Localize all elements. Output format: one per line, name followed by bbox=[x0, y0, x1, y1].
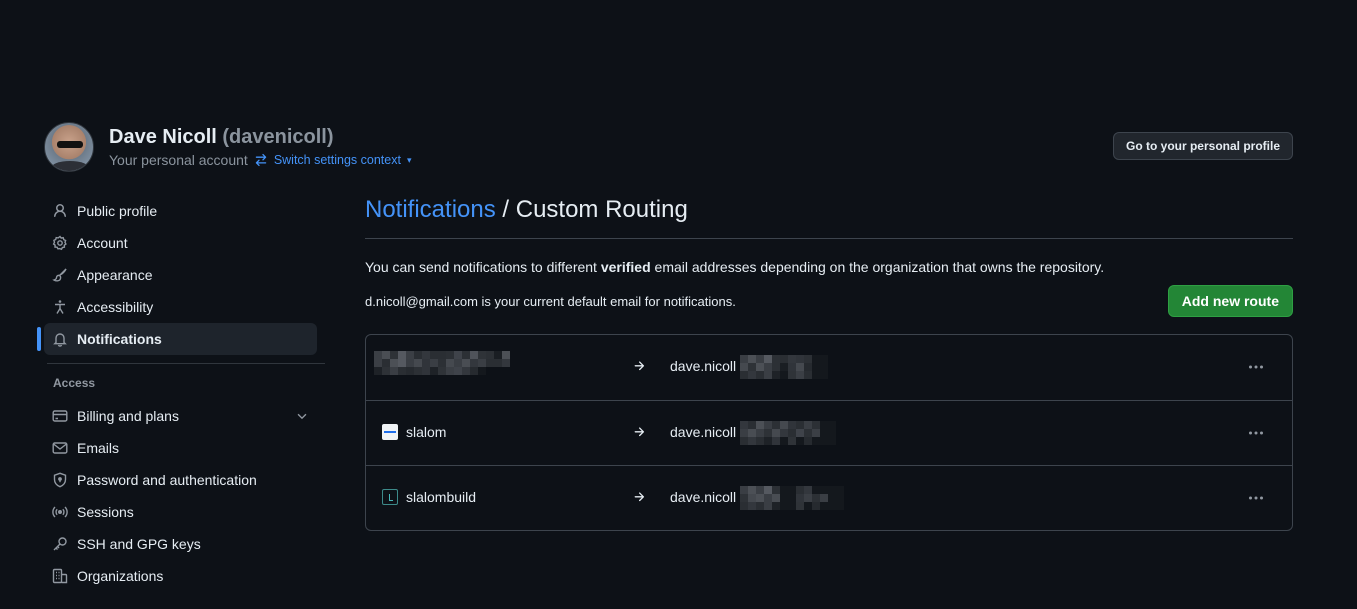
route-email: dave.nicoll bbox=[670, 489, 737, 505]
arrow-right-icon bbox=[634, 361, 645, 371]
sidebar-item-label: Public profile bbox=[77, 203, 158, 219]
broadcast-icon bbox=[52, 504, 68, 520]
redacted-email bbox=[740, 421, 836, 445]
bell-icon bbox=[52, 331, 68, 347]
route-email: dave.nicoll bbox=[670, 424, 737, 440]
routes-list: dave.nicoll slalom dave.nicoll slalombui… bbox=[365, 334, 1293, 531]
verified-emphasis: verified bbox=[600, 259, 651, 275]
redacted-email bbox=[740, 486, 844, 510]
mail-icon bbox=[52, 440, 68, 456]
sidebar-item-organizations[interactable]: Organizations bbox=[44, 560, 317, 592]
route-more-button[interactable] bbox=[1242, 419, 1270, 447]
page-title-text: / Custom Routing bbox=[495, 196, 688, 223]
go-to-profile-button[interactable]: Go to your personal profile bbox=[1112, 132, 1293, 160]
default-email-row: d.nicoll@gmail.com is your current defau… bbox=[365, 285, 1293, 325]
route-org: slalom bbox=[382, 424, 446, 440]
sidebar-item-sessions[interactable]: Sessions bbox=[44, 496, 317, 528]
chevron-down-icon[interactable] bbox=[295, 409, 309, 423]
sidebar-item-label: Billing and plans bbox=[77, 408, 179, 424]
person-icon bbox=[52, 203, 68, 219]
route-row: dave.nicoll bbox=[366, 335, 1292, 400]
paintbrush-icon bbox=[52, 267, 68, 283]
switch-settings-context-button[interactable]: Switch settings context ▾ bbox=[254, 153, 412, 167]
sidebar-item-label: SSH and GPG keys bbox=[77, 536, 201, 552]
redacted-email bbox=[740, 355, 828, 379]
kebab-horizontal-icon bbox=[1249, 496, 1263, 500]
sidebar-item-billing[interactable]: Billing and plans bbox=[44, 400, 317, 432]
route-org: slalombuild bbox=[382, 489, 476, 505]
account-type: Your personal account bbox=[109, 152, 248, 168]
settings-sidebar: Public profile Account Appearance Access… bbox=[37, 195, 326, 592]
route-row: slalom dave.nicoll bbox=[366, 400, 1292, 465]
sidebar-item-label: Password and authentication bbox=[77, 472, 257, 488]
add-new-route-button[interactable]: Add new route bbox=[1167, 285, 1293, 317]
sidebar-item-emails[interactable]: Emails bbox=[44, 432, 317, 464]
organization-icon bbox=[52, 568, 68, 584]
sidebar-section-access: Access bbox=[53, 376, 96, 390]
main-content: Notifications / Custom Routing You can s… bbox=[365, 196, 1293, 325]
routing-description: You can send notifications to different … bbox=[365, 259, 1105, 275]
sidebar-item-label: Emails bbox=[77, 440, 120, 456]
slalom-logo-icon bbox=[382, 424, 398, 440]
account-context: Your personal account Switch settings co… bbox=[109, 152, 412, 168]
accessibility-icon bbox=[52, 299, 68, 315]
sidebar-item-label: Account bbox=[77, 235, 128, 251]
route-row: slalombuild dave.nicoll bbox=[366, 465, 1292, 530]
sidebar-item-accessibility[interactable]: Accessibility bbox=[44, 291, 317, 323]
shield-lock-icon bbox=[52, 472, 68, 488]
route-email: dave.nicoll bbox=[670, 358, 737, 374]
gear-icon bbox=[52, 235, 68, 251]
sidebar-item-account[interactable]: Account bbox=[44, 227, 317, 259]
slalombuild-logo-icon bbox=[382, 489, 398, 505]
credit-card-icon bbox=[52, 408, 68, 424]
sidebar-item-public-profile[interactable]: Public profile bbox=[44, 195, 317, 227]
avatar[interactable] bbox=[44, 122, 94, 172]
page-title: Notifications / Custom Routing bbox=[365, 196, 1293, 239]
arrow-right-icon bbox=[634, 492, 645, 502]
route-more-button[interactable] bbox=[1242, 484, 1270, 512]
settings-header: Dave Nicoll (davenicoll) Your personal a… bbox=[44, 122, 1293, 172]
sidebar-divider bbox=[47, 363, 325, 364]
caret-down-icon: ▾ bbox=[406, 154, 412, 165]
route-more-button[interactable] bbox=[1242, 353, 1270, 381]
sidebar-item-notifications[interactable]: Notifications bbox=[37, 323, 317, 355]
sidebar-item-appearance[interactable]: Appearance bbox=[44, 259, 317, 291]
sidebar-item-ssh-gpg-keys[interactable]: SSH and GPG keys bbox=[44, 528, 317, 560]
arrow-right-icon bbox=[634, 427, 645, 437]
sidebar-item-label: Sessions bbox=[77, 504, 134, 520]
sidebar-item-label: Appearance bbox=[77, 267, 153, 283]
sidebar-item-label: Notifications bbox=[77, 331, 162, 347]
default-email-text: d.nicoll@gmail.com is your current defau… bbox=[365, 294, 736, 309]
kebab-horizontal-icon bbox=[1249, 431, 1263, 435]
key-icon bbox=[52, 536, 68, 552]
arrow-switch-icon bbox=[255, 153, 267, 167]
sidebar-item-password[interactable]: Password and authentication bbox=[44, 464, 317, 496]
user-handle: (davenicoll) bbox=[222, 126, 334, 148]
route-org-name: slalom bbox=[406, 424, 447, 440]
breadcrumb-notifications[interactable]: Notifications bbox=[365, 196, 496, 223]
sidebar-item-label: Accessibility bbox=[77, 299, 154, 315]
sidebar-item-label: Organizations bbox=[77, 568, 164, 584]
user-display-name: Dave Nicoll (davenicoll) bbox=[109, 126, 334, 148]
route-org-name: slalombuild bbox=[406, 489, 477, 505]
kebab-horizontal-icon bbox=[1249, 365, 1263, 369]
